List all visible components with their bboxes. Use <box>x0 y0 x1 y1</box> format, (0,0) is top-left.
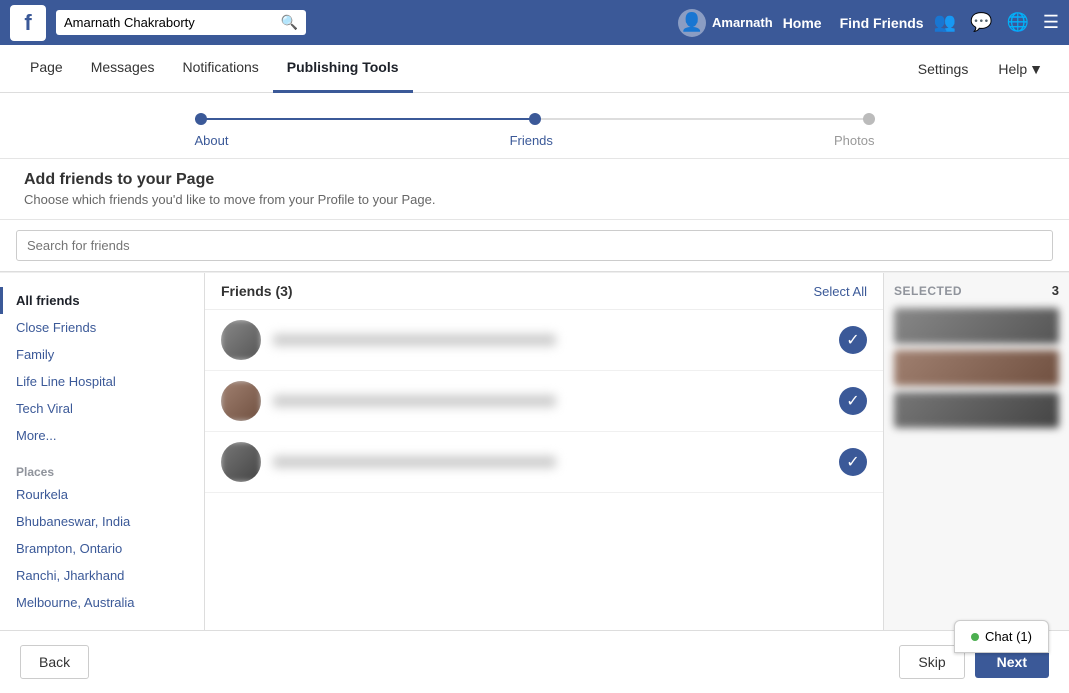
settings-button[interactable]: Settings <box>908 55 979 83</box>
progress-dot-about <box>195 113 207 125</box>
progress-label-photos: Photos <box>834 133 874 148</box>
friend-name <box>273 395 556 407</box>
progress-label-friends: Friends <box>510 133 553 148</box>
tab-messages[interactable]: Messages <box>77 45 169 93</box>
chevron-down-icon: ▼ <box>1029 61 1043 77</box>
friends-panel: Friends (3) Select All ✓ ✓ <box>205 273 884 630</box>
friends-count: Friends (3) <box>221 283 293 299</box>
friends-icon[interactable]: 👥 <box>934 12 956 33</box>
friend-item: ✓ <box>205 310 883 371</box>
tab-publishing-tools[interactable]: Publishing Tools <box>273 45 413 93</box>
nav-right: Settings Help ▼ <box>908 55 1053 83</box>
selected-avatar <box>894 392 1059 428</box>
friend-select-checkbox[interactable]: ✓ <box>839 387 867 415</box>
sidebar-item-close-friends[interactable]: Close Friends <box>0 314 204 341</box>
sidebar-item-more[interactable]: More... <box>0 422 204 449</box>
progress-labels: About Friends Photos <box>195 133 875 148</box>
sidebar-item-life-line[interactable]: Life Line Hospital <box>0 368 204 395</box>
friend-avatar <box>221 381 261 421</box>
friend-name <box>273 334 556 346</box>
friends-search-bar <box>0 220 1069 272</box>
sidebar-item-rourkela[interactable]: Rourkela <box>0 481 204 508</box>
progress-label-about: About <box>195 133 229 148</box>
selected-avatar <box>894 350 1059 386</box>
selected-panel: SELECTED 3 <box>884 273 1069 630</box>
friend-avatar <box>221 442 261 482</box>
nav-home[interactable]: Home <box>783 15 822 31</box>
fb-logo[interactable]: f <box>10 5 46 41</box>
help-button[interactable]: Help ▼ <box>988 55 1053 83</box>
friend-item: ✓ <box>205 432 883 493</box>
friends-search-input[interactable] <box>16 230 1053 261</box>
footer-bar: Back Skip Next <box>0 630 1069 693</box>
add-friends-header: Add friends to your Page Choose which fr… <box>0 159 1069 220</box>
nav-find-friends[interactable]: Find Friends <box>840 15 924 31</box>
globe-icon[interactable]: 🌐 <box>1006 12 1028 33</box>
nav-username: Amarnath <box>712 15 773 30</box>
sidebar-item-brampton[interactable]: Brampton, Ontario <box>0 535 204 562</box>
friend-select-checkbox[interactable]: ✓ <box>839 326 867 354</box>
chat-label: Chat (1) <box>985 629 1032 644</box>
progress-dot-friends <box>529 113 541 125</box>
avatar: 👤 <box>678 9 706 37</box>
back-button[interactable]: Back <box>20 645 89 679</box>
add-friends-title: Add friends to your Page <box>24 171 1045 189</box>
top-nav: f 🔍 👤 Amarnath Home Find Friends 👥 💬 🌐 ☰ <box>0 0 1069 45</box>
search-bar: 🔍 <box>56 10 306 35</box>
sidebar-item-melbourne[interactable]: Melbourne, Australia <box>0 589 204 616</box>
tab-notifications[interactable]: Notifications <box>169 45 273 93</box>
selected-avatar <box>894 308 1059 344</box>
left-sidebar: All friends Close Friends Family Life Li… <box>0 273 205 630</box>
friend-item: ✓ <box>205 371 883 432</box>
chat-online-dot <box>971 633 979 641</box>
selected-count: 3 <box>1052 283 1059 298</box>
sidebar-group-friends: All friends Close Friends Family Life Li… <box>0 283 204 453</box>
progress-bar <box>195 113 875 125</box>
secondary-nav: Page Messages Notifications Publishing T… <box>0 45 1069 93</box>
tab-page[interactable]: Page <box>16 45 77 93</box>
friend-select-checkbox[interactable]: ✓ <box>839 448 867 476</box>
sidebar-item-tech-viral[interactable]: Tech Viral <box>0 395 204 422</box>
places-section-label: Places <box>0 457 204 481</box>
messages-icon[interactable]: 💬 <box>970 12 992 33</box>
friends-header: Friends (3) Select All <box>205 273 883 310</box>
sidebar-item-family[interactable]: Family <box>0 341 204 368</box>
search-input[interactable] <box>64 15 281 30</box>
menu-icon[interactable]: ☰ <box>1043 12 1059 33</box>
search-icon[interactable]: 🔍 <box>281 14 298 31</box>
friend-avatar <box>221 320 261 360</box>
sidebar-item-bhubaneswar[interactable]: Bhubaneswar, India <box>0 508 204 535</box>
nav-user[interactable]: 👤 Amarnath <box>678 9 773 37</box>
sidebar-item-ranchi[interactable]: Ranchi, Jharkhand <box>0 562 204 589</box>
nav-icons: 👥 💬 🌐 ☰ <box>934 12 1059 33</box>
progress-dot-photos <box>863 113 875 125</box>
nav-links: Home Find Friends <box>783 15 924 31</box>
selected-label: SELECTED <box>894 284 962 298</box>
progress-line-fill <box>195 118 535 120</box>
add-friends-description: Choose which friends you'd like to move … <box>24 192 1045 207</box>
progress-section: About Friends Photos <box>0 93 1069 159</box>
select-all-button[interactable]: Select All <box>814 284 867 299</box>
sidebar-group-places: Places Rourkela Bhubaneswar, India Bramp… <box>0 453 204 620</box>
content-area: All friends Close Friends Family Life Li… <box>0 272 1069 630</box>
selected-header: SELECTED 3 <box>894 283 1059 298</box>
chat-bubble[interactable]: Chat (1) <box>954 620 1049 653</box>
sidebar-item-all-friends[interactable]: All friends <box>0 287 204 314</box>
friend-name <box>273 456 556 468</box>
